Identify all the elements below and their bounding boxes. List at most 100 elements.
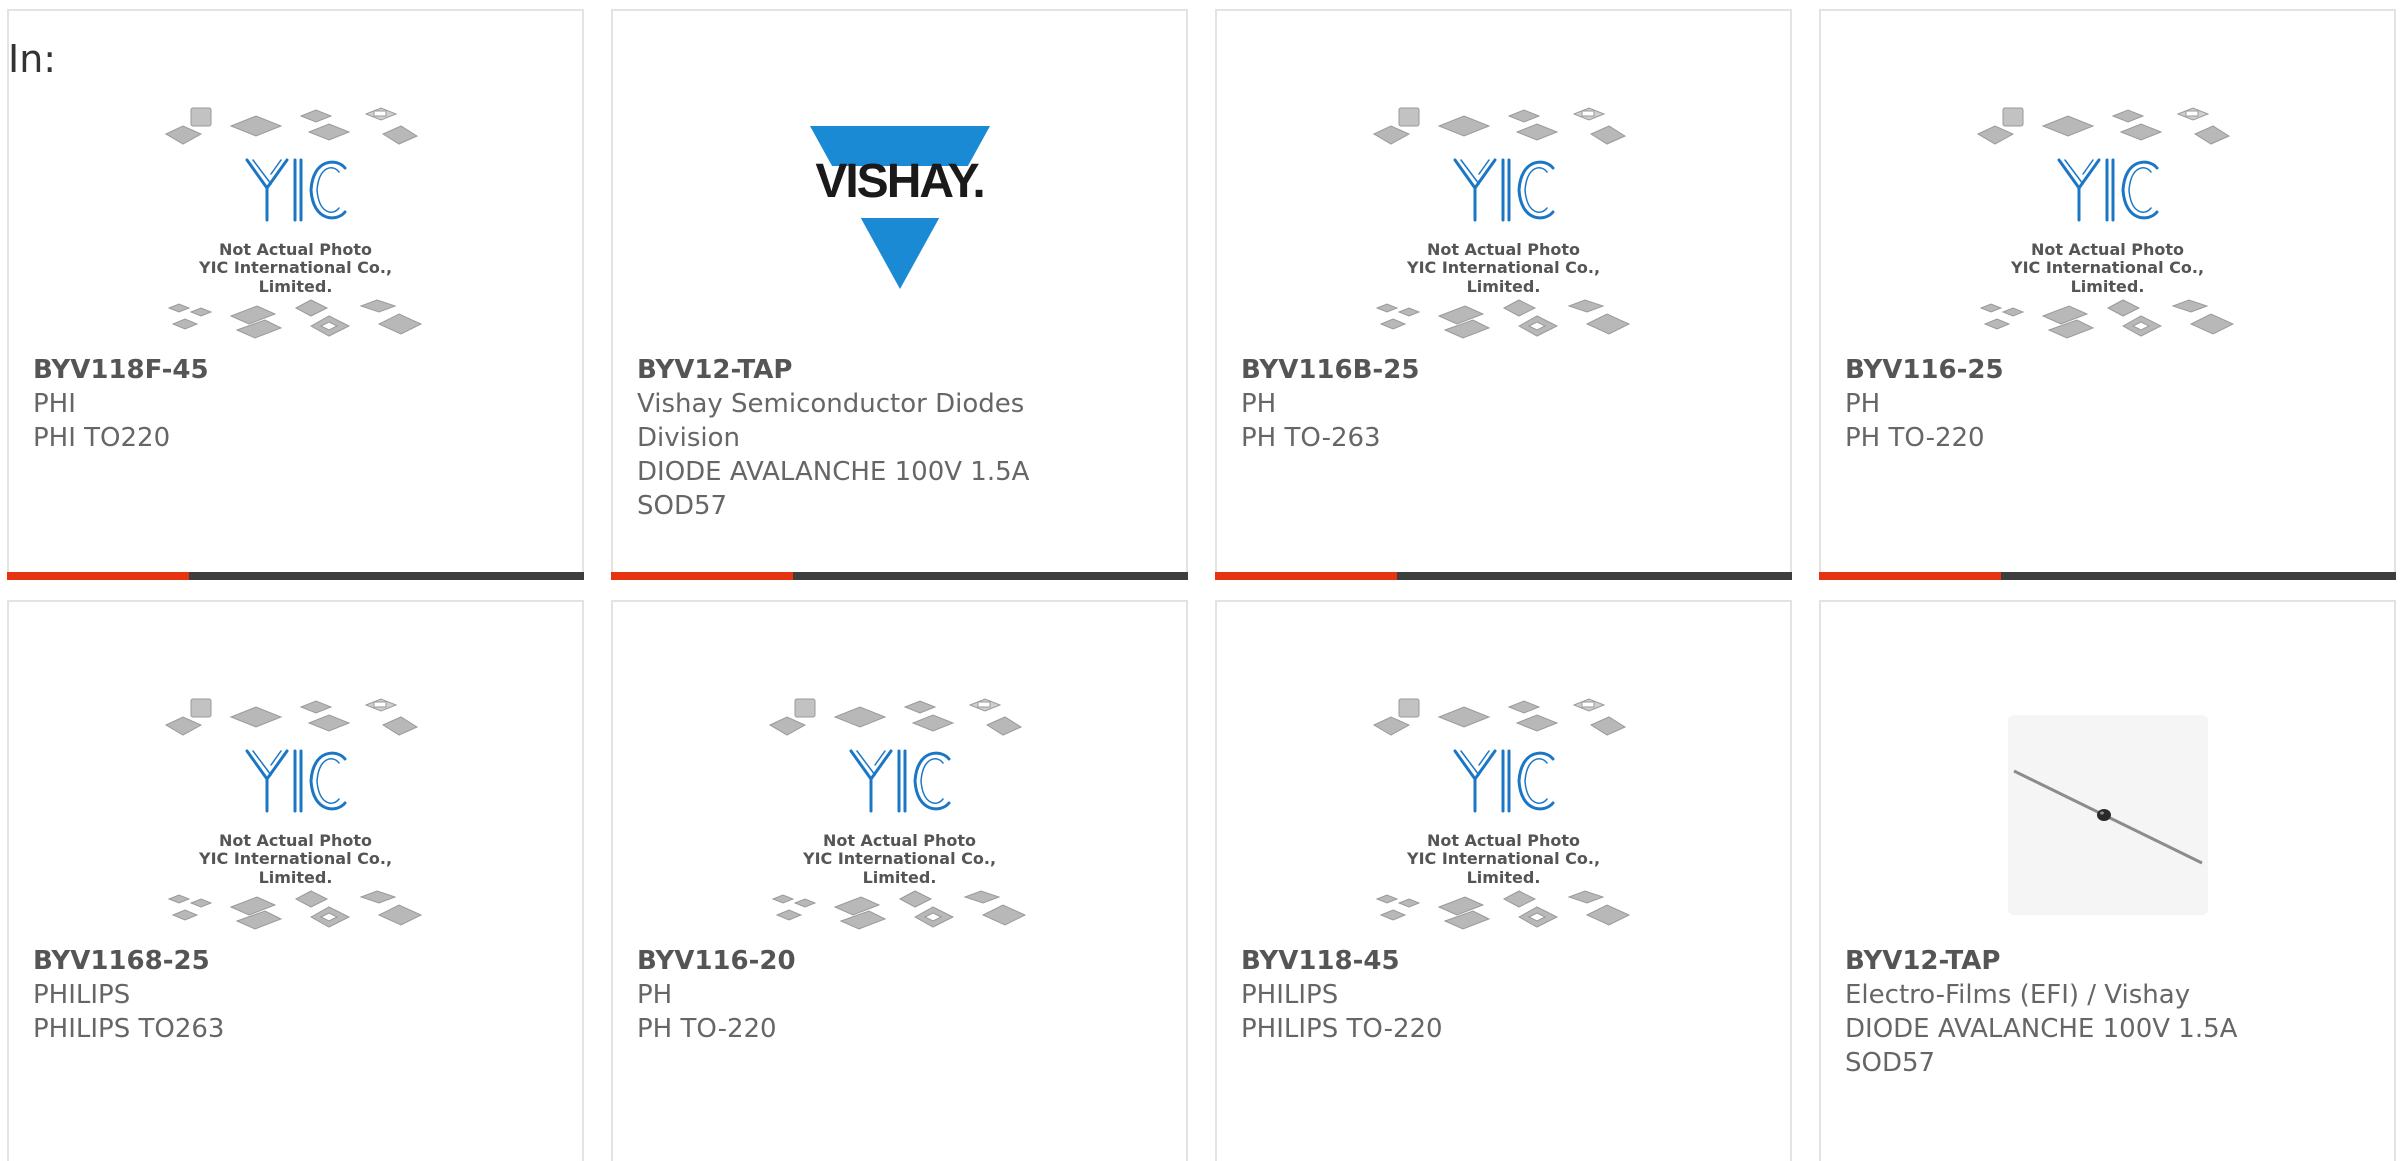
yic-logo-icon (2057, 158, 2158, 222)
placeholder-line1: Not Actual Photo (218, 831, 373, 850)
card-bottom-bar (1819, 572, 2396, 580)
product-thumbnail[interactable] (1821, 684, 2394, 946)
placeholder-line1: Not Actual Photo (2030, 240, 2185, 259)
product-card[interactable]: VISHAY. BYV12-TAP Vishay Semiconductor Di… (611, 9, 1188, 580)
product-card[interactable]: Not Actual Photo YIC International Co., … (7, 600, 584, 1161)
part-number-link[interactable]: BYV116B-25 (1241, 353, 1661, 387)
product-info: BYV116B-25 PH PH TO-263 (1241, 353, 1661, 455)
card-accent-bar (7, 572, 189, 580)
product-card[interactable]: Not Actual Photo YIC International Co., … (611, 600, 1188, 1161)
description: PH TO-220 (637, 1014, 777, 1044)
product-card[interactable]: Not Actual Photo YIC International Co., … (1215, 9, 1792, 580)
placeholder-line2: YIC International Co., Limited. (198, 258, 393, 296)
manufacturer: PH (1241, 389, 1277, 419)
chips-bottom-icon (771, 890, 1026, 930)
axial-diode-icon (2012, 769, 2203, 865)
product-thumbnail[interactable]: Not Actual Photo YIC International Co., … (9, 93, 582, 355)
manufacturer: Vishay Semiconductor Diodes Division (637, 389, 1025, 453)
product-card[interactable]: BYV12-TAP Electro-Films (EFI) / Vishay DIO… (1819, 600, 2396, 1161)
description: DIODE AVALANCHE 100V 1.5A SOD57 (1845, 1014, 2238, 1078)
chips-bottom-icon (167, 890, 422, 930)
placeholder-line2: YIC International Co., Limited. (1406, 258, 1601, 296)
product-info: BYV12-TAP Vishay Semiconductor Diodes Div… (637, 353, 1057, 523)
description: PHILIPS TO-220 (1241, 1014, 1443, 1044)
axial-diode-photo (2007, 715, 2208, 915)
yic-logo-icon (1453, 749, 1554, 813)
placeholder-line2: YIC International Co., Limited. (1406, 849, 1601, 887)
description: PH TO-263 (1241, 423, 1381, 453)
part-number-link[interactable]: BYV116-20 (637, 944, 1057, 978)
manufacturer: Electro-Films (EFI) / Vishay (1845, 980, 2191, 1010)
product-info: BYV118-45 PHILIPS PHILIPS TO-220 (1241, 944, 1661, 1046)
chips-top-icon (164, 698, 418, 736)
product-card[interactable]: Not Actual Photo YIC International Co., … (1819, 9, 2396, 580)
product-info: BYV116-20 PH PH TO-220 (637, 944, 1057, 1046)
chips-top-icon (1372, 698, 1626, 736)
product-info: BYV118F-45 PHI PHI TO220 (33, 353, 453, 455)
product-thumbnail[interactable]: Not Actual Photo YIC International Co., … (9, 684, 582, 946)
product-thumbnail[interactable]: Not Actual Photo YIC International Co., … (1821, 93, 2394, 355)
not-actual-photo-image: Not Actual Photo YIC International Co., … (765, 695, 1035, 935)
product-info: BYV1168-25 PHILIPS PHILIPS TO263 (33, 944, 453, 1046)
product-card[interactable]: Not Actual Photo YIC International Co., … (7, 9, 584, 580)
card-accent-bar (1215, 572, 1397, 580)
description: PHILIPS TO263 (33, 1014, 225, 1044)
in-label: In: (8, 37, 57, 81)
description: DIODE AVALANCHE 100V 1.5A SOD57 (637, 457, 1030, 521)
card-bottom-bar (7, 572, 584, 580)
product-info: BYV12-TAP Electro-Films (EFI) / Vishay DIO… (1845, 944, 2265, 1080)
part-number-link[interactable]: BYV12-TAP (637, 353, 1057, 387)
page: In: Not Actual Photo YIC International C… (0, 0, 2400, 1161)
placeholder-line1: Not Actual Photo (822, 831, 977, 850)
part-number-link[interactable]: BYV118-45 (1241, 944, 1661, 978)
chips-top-icon (1372, 107, 1626, 145)
yic-logo-icon (245, 158, 346, 222)
part-number-link[interactable]: BYV118F-45 (33, 353, 453, 387)
yic-logo-icon (245, 749, 346, 813)
card-accent-bar (611, 572, 793, 580)
not-actual-photo-image: Not Actual Photo YIC International Co., … (1369, 104, 1639, 344)
not-actual-photo-image: Not Actual Photo YIC International Co., … (161, 104, 431, 344)
vishay-logo-image: VISHAY. (789, 114, 1010, 334)
product-thumbnail[interactable]: Not Actual Photo YIC International Co., … (1217, 93, 1790, 355)
part-number-link[interactable]: BYV1168-25 (33, 944, 453, 978)
manufacturer: PH (1845, 389, 1881, 419)
vishay-logo-text: VISHAY. (815, 155, 985, 208)
card-accent-bar (1819, 572, 2001, 580)
chips-top-icon (768, 698, 1022, 736)
description: PH TO-220 (1845, 423, 1985, 453)
card-bottom-bar (611, 572, 1188, 580)
manufacturer: PH (637, 980, 673, 1010)
placeholder-line1: Not Actual Photo (218, 240, 373, 259)
chips-top-icon (164, 107, 418, 145)
yic-logo-icon (849, 749, 950, 813)
manufacturer: PHILIPS (33, 980, 131, 1010)
part-number-link[interactable]: BYV12-TAP (1845, 944, 2265, 978)
not-actual-photo-image: Not Actual Photo YIC International Co., … (1369, 695, 1639, 935)
product-card[interactable]: Not Actual Photo YIC International Co., … (1215, 600, 1792, 1161)
chips-bottom-icon (1979, 299, 2234, 339)
chips-top-icon (1976, 107, 2230, 145)
placeholder-line2: YIC International Co., Limited. (802, 849, 997, 887)
chips-bottom-icon (1375, 890, 1630, 930)
placeholder-line1: Not Actual Photo (1426, 240, 1581, 259)
not-actual-photo-image: Not Actual Photo YIC International Co., … (1973, 104, 2243, 344)
chips-bottom-icon (1375, 299, 1630, 339)
chips-bottom-icon (167, 299, 422, 339)
placeholder-line2: YIC International Co., Limited. (198, 849, 393, 887)
product-thumbnail[interactable]: VISHAY. (613, 93, 1186, 355)
vishay-logo-icon (789, 126, 1010, 289)
placeholder-line1: Not Actual Photo (1426, 831, 1581, 850)
manufacturer: PHI (33, 389, 76, 419)
not-actual-photo-image: Not Actual Photo YIC International Co., … (161, 695, 431, 935)
product-info: BYV116-25 PH PH TO-220 (1845, 353, 2265, 455)
card-bottom-bar (1215, 572, 1792, 580)
product-thumbnail[interactable]: Not Actual Photo YIC International Co., … (1217, 684, 1790, 946)
product-grid: Not Actual Photo YIC International Co., … (0, 0, 2400, 1161)
description: PHI TO220 (33, 423, 171, 453)
product-thumbnail[interactable]: Not Actual Photo YIC International Co., … (613, 684, 1186, 946)
placeholder-line2: YIC International Co., Limited. (2010, 258, 2205, 296)
manufacturer: PHILIPS (1241, 980, 1339, 1010)
part-number-link[interactable]: BYV116-25 (1845, 353, 2265, 387)
yic-logo-icon (1453, 158, 1554, 222)
